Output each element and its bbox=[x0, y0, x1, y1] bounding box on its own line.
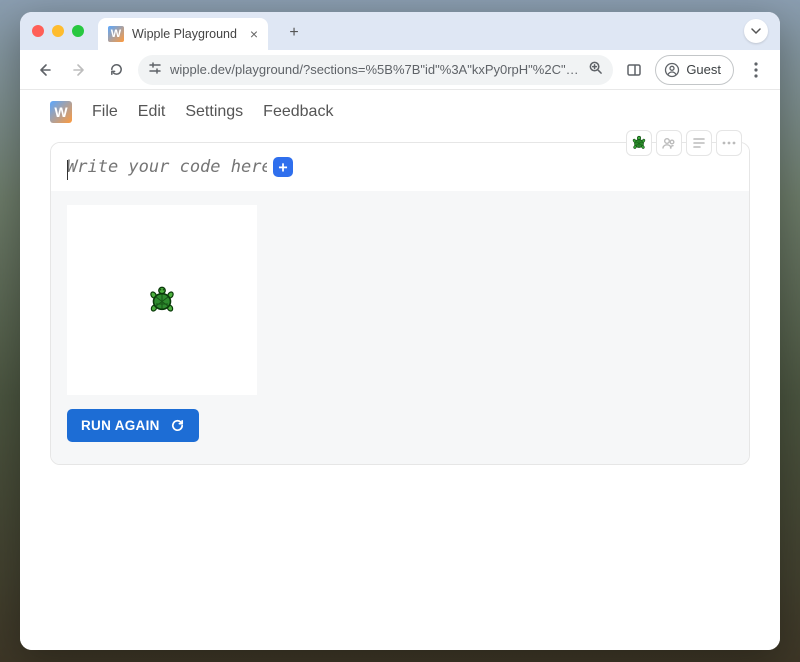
chevron-down-icon bbox=[751, 26, 761, 36]
run-again-button[interactable]: RUN AGAIN bbox=[67, 409, 199, 442]
run-again-label: RUN AGAIN bbox=[81, 418, 160, 433]
turtle-sprite-icon bbox=[146, 284, 178, 316]
people-icon bbox=[661, 135, 677, 151]
output-area: RUN AGAIN bbox=[51, 191, 749, 464]
card-more-button[interactable] bbox=[716, 130, 742, 156]
person-icon bbox=[664, 62, 680, 78]
browser-tab[interactable]: W Wipple Playground × bbox=[98, 18, 268, 50]
turtle-mode-button[interactable] bbox=[626, 130, 652, 156]
zoom-icon[interactable] bbox=[588, 60, 603, 79]
arrow-left-icon bbox=[36, 62, 52, 78]
app-logo[interactable]: W bbox=[50, 101, 72, 123]
back-button[interactable] bbox=[30, 56, 58, 84]
code-input[interactable] bbox=[67, 157, 267, 177]
card-toolbar bbox=[626, 130, 742, 156]
collaborators-button[interactable] bbox=[656, 130, 682, 156]
app-content: W File Edit Settings Feedback bbox=[20, 90, 780, 650]
menu-feedback[interactable]: Feedback bbox=[263, 103, 333, 121]
app-menubar: W File Edit Settings Feedback bbox=[20, 90, 780, 134]
menu-file[interactable]: File bbox=[92, 103, 118, 121]
menu-edit[interactable]: Edit bbox=[138, 103, 166, 121]
url-text: wipple.dev/playground/?sections=%5B%7B"i… bbox=[170, 62, 580, 77]
side-panel-button[interactable] bbox=[621, 57, 647, 83]
browser-menu-button[interactable] bbox=[742, 62, 770, 78]
side-panel-icon bbox=[626, 62, 642, 78]
lines-icon bbox=[692, 136, 706, 150]
titlebar: W Wipple Playground × + bbox=[20, 12, 780, 50]
text-cursor bbox=[67, 160, 68, 180]
tab-favicon: W bbox=[108, 26, 124, 42]
url-box[interactable]: wipple.dev/playground/?sections=%5B%7B"i… bbox=[138, 55, 613, 85]
browser-window: W Wipple Playground × + wipple.dev/playg… bbox=[20, 12, 780, 650]
window-controls bbox=[32, 25, 84, 37]
forward-button[interactable] bbox=[66, 56, 94, 84]
address-bar: wipple.dev/playground/?sections=%5B%7B"i… bbox=[20, 50, 780, 90]
tabs-dropdown-button[interactable] bbox=[744, 19, 768, 43]
site-settings-icon[interactable] bbox=[148, 61, 162, 78]
new-tab-button[interactable]: + bbox=[282, 21, 306, 45]
reload-icon bbox=[109, 62, 124, 77]
reload-button[interactable] bbox=[102, 56, 130, 84]
refresh-icon bbox=[170, 418, 185, 433]
arrow-right-icon bbox=[72, 62, 88, 78]
workspace: + bbox=[20, 134, 780, 495]
turtle-icon bbox=[630, 134, 648, 152]
kebab-icon bbox=[754, 62, 758, 78]
minimize-window-button[interactable] bbox=[52, 25, 64, 37]
menu-settings[interactable]: Settings bbox=[185, 103, 243, 121]
code-card: + bbox=[50, 142, 750, 465]
close-tab-icon[interactable]: × bbox=[250, 26, 258, 42]
format-button[interactable] bbox=[686, 130, 712, 156]
add-block-button[interactable]: + bbox=[273, 157, 293, 177]
profile-button[interactable]: Guest bbox=[655, 55, 734, 85]
close-window-button[interactable] bbox=[32, 25, 44, 37]
tab-title: Wipple Playground bbox=[132, 27, 237, 41]
turtle-canvas[interactable] bbox=[67, 205, 257, 395]
profile-label: Guest bbox=[686, 62, 721, 77]
maximize-window-button[interactable] bbox=[72, 25, 84, 37]
card-wrapper: + bbox=[50, 142, 750, 465]
more-icon bbox=[722, 141, 736, 145]
